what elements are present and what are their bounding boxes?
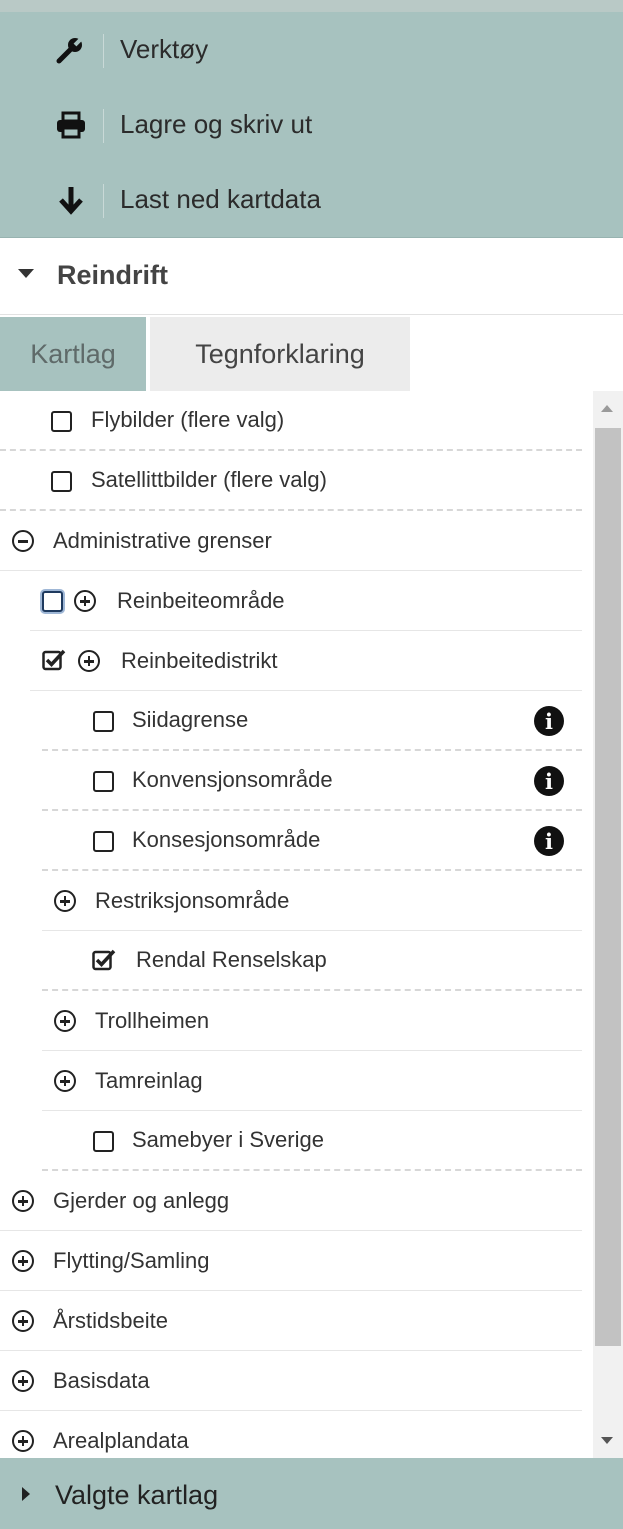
info-icon[interactable]: i: [534, 766, 564, 796]
tool-label: Lagre og skriv ut: [120, 109, 313, 139]
tab-bar: Kartlag Tegnforklaring: [0, 315, 623, 391]
expand-icon[interactable]: [12, 1310, 34, 1332]
layer-row-trollheimen[interactable]: Trollheimen: [42, 991, 582, 1051]
caret-right-icon: [22, 1487, 30, 1501]
layer-group-gjerder[interactable]: Gjerder og anlegg: [0, 1171, 582, 1231]
layer-label: Satellittbilder (flere valg): [91, 467, 327, 492]
layer-label: Trollheimen: [95, 1007, 210, 1033]
layer-row-reinbeiteomrade[interactable]: Reinbeiteområde: [30, 571, 582, 631]
layer-label: Årstidsbeite: [53, 1307, 168, 1333]
separator: [103, 184, 104, 218]
layer-row-tamreinlag[interactable]: Tamreinlag: [42, 1051, 582, 1111]
tool-item-lagre[interactable]: Lagre og skriv ut: [0, 87, 623, 163]
printer-icon: [54, 107, 88, 143]
layer-label: Flybilder (flere valg): [91, 407, 285, 432]
layer-row-konsesjonsomrade[interactable]: Konsesjonsområde i: [42, 811, 582, 871]
wrench-icon: [54, 32, 88, 68]
layer-row-satellittbilder[interactable]: Satellittbilder (flere valg): [0, 451, 582, 511]
tool-item-verktoy[interactable]: Verktøy: [0, 12, 623, 88]
layer-row-samebyer[interactable]: Samebyer i Sverige: [42, 1111, 582, 1171]
top-strip: [0, 0, 623, 12]
layer-label: Konsesjonsområde: [132, 827, 321, 852]
checkbox[interactable]: [93, 771, 114, 792]
layer-row-flybilder[interactable]: Flybilder (flere valg): [0, 391, 582, 451]
expand-icon[interactable]: [12, 1190, 34, 1212]
checkbox[interactable]: [42, 591, 63, 612]
section-header-reindrift[interactable]: Reindrift: [0, 238, 623, 315]
checkbox[interactable]: [93, 831, 114, 852]
layer-label: Gjerder og anlegg: [53, 1187, 230, 1213]
section-title: Reindrift: [57, 260, 168, 290]
tab-tegnforklaring[interactable]: Tegnforklaring: [150, 317, 410, 391]
expand-icon[interactable]: [54, 1070, 76, 1092]
info-icon[interactable]: i: [534, 706, 564, 736]
expand-icon[interactable]: [54, 1010, 76, 1032]
layer-row-siidagrense[interactable]: Siidagrense i: [42, 691, 582, 751]
collapse-icon[interactable]: [12, 530, 34, 552]
checkbox-checked[interactable]: [42, 649, 66, 671]
layer-label: Tamreinlag: [95, 1067, 203, 1093]
expand-icon[interactable]: [12, 1250, 34, 1272]
checkbox[interactable]: [51, 471, 72, 492]
layer-label: Flytting/Samling: [53, 1247, 210, 1273]
layer-label: Restriksjonsområde: [95, 887, 290, 913]
expand-icon[interactable]: [54, 890, 76, 912]
layer-label: Reinbeiteområde: [117, 587, 285, 613]
scroll-down-icon[interactable]: [601, 1437, 613, 1444]
separator: [103, 34, 104, 68]
expand-icon[interactable]: [12, 1430, 34, 1452]
layer-row-restriksjonsomrade[interactable]: Restriksjonsområde: [42, 871, 582, 931]
checkbox-checked[interactable]: [92, 949, 116, 971]
expand-icon[interactable]: [74, 590, 96, 612]
layer-group-flytting[interactable]: Flytting/Samling: [0, 1231, 582, 1291]
expand-icon[interactable]: [12, 1370, 34, 1392]
checkbox[interactable]: [51, 411, 72, 432]
tab-kartlag[interactable]: Kartlag: [0, 317, 146, 391]
layer-group-basisdata[interactable]: Basisdata: [0, 1351, 582, 1411]
info-icon[interactable]: i: [534, 826, 564, 856]
layer-row-reinbeitedistrikt[interactable]: Reinbeitedistrikt: [30, 631, 582, 691]
expand-icon[interactable]: [78, 650, 100, 672]
layer-label: Administrative grenser: [53, 527, 272, 553]
layer-label: Basisdata: [53, 1367, 150, 1393]
layer-label: Siidagrense: [132, 707, 249, 732]
caret-down-icon: [18, 269, 34, 278]
layer-label: Rendal Renselskap: [136, 947, 327, 972]
tool-item-last-ned[interactable]: Last ned kartdata: [0, 162, 623, 238]
separator: [103, 109, 104, 143]
tool-label: Verktøy: [120, 34, 209, 64]
layer-label: Arealplandata: [53, 1427, 189, 1453]
layer-group-administrative[interactable]: Administrative grenser: [0, 511, 582, 571]
selected-layers-panel[interactable]: Valgte kartlag: [0, 1458, 623, 1529]
layer-row-rendal[interactable]: Rendal Renselskap: [42, 931, 582, 991]
checkbox[interactable]: [93, 711, 114, 732]
layer-label: Samebyer i Sverige: [132, 1127, 324, 1152]
arrow-down-icon: [54, 182, 88, 218]
scrollbar-thumb[interactable]: [595, 428, 621, 1346]
layer-label: Konvensjonsområde: [132, 767, 333, 792]
tool-label: Last ned kartdata: [120, 184, 321, 214]
footer-title: Valgte kartlag: [55, 1480, 219, 1510]
scrollbar[interactable]: [593, 391, 623, 1458]
layer-row-konvensjonsomrade[interactable]: Konvensjonsområde i: [42, 751, 582, 811]
layer-label: Reinbeitedistrikt: [121, 647, 278, 673]
layer-list: Flybilder (flere valg) Satellittbilder (…: [0, 391, 593, 1458]
layer-group-arstidsbeite[interactable]: Årstidsbeite: [0, 1291, 582, 1351]
checkbox[interactable]: [93, 1131, 114, 1152]
layer-group-arealplandata[interactable]: Arealplandata: [0, 1411, 582, 1458]
scroll-up-icon[interactable]: [601, 405, 613, 412]
